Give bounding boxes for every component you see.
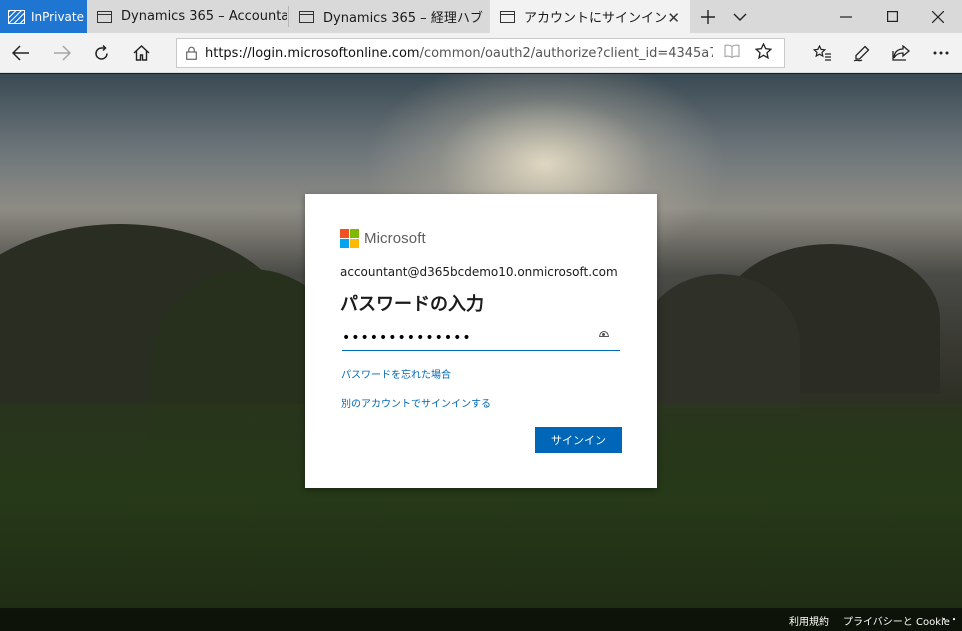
navigation-bar: https://login.microsoftonline.com/common…: [0, 33, 962, 73]
forward-arrow-icon[interactable]: [46, 37, 78, 69]
tab-title: アカウントにサインイン: [524, 11, 668, 26]
microsoft-logo-icon: [340, 229, 359, 248]
page-title: パスワードの入力: [340, 294, 484, 315]
tab-title: Dynamics 365 – Accountant: [121, 9, 287, 24]
tab-dynamics-accountant[interactable]: Dynamics 365 – Accountant: [87, 0, 287, 33]
minimize-icon[interactable]: [834, 0, 858, 33]
more-options-icon[interactable]: [925, 37, 957, 69]
home-icon[interactable]: [125, 37, 157, 69]
reveal-password-eye-icon[interactable]: [599, 331, 609, 337]
tab-bar: InPrivate Dynamics 365 – Accountant Dyna…: [0, 0, 962, 33]
page-icon: [500, 10, 515, 23]
signin-identity: accountant@d365bcdemo10.onmicrosoft.com: [340, 265, 618, 279]
mountain-shape: [640, 274, 800, 414]
page-icon: [97, 10, 112, 23]
refresh-icon[interactable]: [85, 37, 117, 69]
page-icon: [299, 10, 314, 23]
signin-card: Microsoft accountant@d365bcdemo10.onmicr…: [305, 194, 657, 488]
tab-title: Dynamics 365 – 経理ハブ: [323, 11, 483, 26]
microsoft-wordmark: Microsoft: [364, 230, 426, 247]
tab-dynamics-accounting-hub[interactable]: Dynamics 365 – 経理ハブ: [289, 0, 489, 33]
share-icon[interactable]: [885, 37, 917, 69]
password-field-container: [342, 326, 620, 351]
close-tab-icon[interactable]: ✕: [667, 9, 680, 27]
address-bar[interactable]: https://login.microsoftonline.com/common…: [176, 38, 785, 68]
web-note-pen-icon[interactable]: [846, 37, 878, 69]
tab-account-signin[interactable]: アカウントにサインイン ✕: [490, 0, 690, 33]
add-favorite-star-icon[interactable]: [754, 42, 773, 65]
page-footer: 利用規約 プライバシーと Cookie ・・・: [0, 608, 962, 631]
forgot-password-link[interactable]: パスワードを忘れた場合: [341, 366, 451, 381]
inprivate-badge: InPrivate: [0, 0, 87, 33]
address-url-path: /common/oauth2/authorize?client_id=4345a…: [419, 45, 713, 61]
microsoft-logo: Microsoft: [340, 229, 426, 248]
inprivate-label: InPrivate: [31, 9, 84, 24]
new-tab-icon[interactable]: [696, 0, 720, 33]
lock-icon[interactable]: [177, 46, 205, 60]
favorites-hub-icon[interactable]: [806, 37, 838, 69]
privacy-cookies-link[interactable]: プライバシーと Cookie: [843, 613, 950, 628]
address-url[interactable]: https://login.microsoftonline.com/common…: [205, 46, 713, 61]
terms-of-use-link[interactable]: 利用規約: [789, 613, 829, 628]
address-url-host: https://login.microsoftonline.com: [205, 45, 420, 61]
password-input[interactable]: [342, 326, 582, 350]
reading-view-icon[interactable]: [724, 44, 740, 62]
signin-button[interactable]: サインイン: [535, 427, 622, 453]
maximize-icon[interactable]: [880, 0, 904, 33]
tab-preview-chevron-down-icon[interactable]: [728, 0, 752, 33]
back-arrow-icon[interactable]: [5, 37, 37, 69]
other-account-link[interactable]: 別のアカウントでサインインする: [341, 395, 491, 410]
inprivate-icon: [8, 9, 25, 24]
footer-more-options-icon[interactable]: ・・・: [939, 611, 962, 626]
close-window-icon[interactable]: [926, 0, 950, 33]
